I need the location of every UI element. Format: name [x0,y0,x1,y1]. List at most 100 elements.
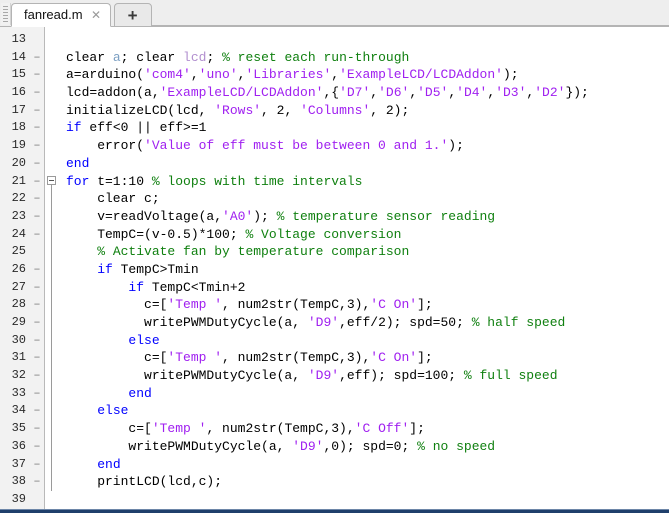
breakpoint-marker[interactable]: – [30,438,44,456]
code-line[interactable]: a=arduino('com4','uno','Libraries','Exam… [66,66,669,84]
line-number: 35 [11,421,26,436]
code-token-str: 'Temp ' [167,297,223,313]
code-line[interactable]: c=['Temp ', num2str(TempC,3),'C On']; [66,349,669,367]
breakpoint-marker[interactable]: – [30,66,44,84]
fold-row [45,31,58,49]
breakpoint-marker[interactable]: – [30,473,44,491]
fold-row [45,155,58,173]
code-line[interactable]: clear c; [66,190,669,208]
code-token-plain: eff<0 || eff>=1 [81,120,207,136]
breakpoint-marker[interactable]: – [30,102,44,120]
code-line[interactable]: c=['Temp ', num2str(TempC,3),'C On']; [66,296,669,314]
line-number: 27 [11,279,26,294]
code-editor[interactable]: 13 14 15 16 17 18 19 20 21 22 23 24 25 26 27 28 29 30 31 32… [0,27,669,509]
fold-row [45,402,58,420]
code-line[interactable] [66,31,669,49]
breakpoint-marker[interactable]: – [30,155,44,173]
code-line[interactable]: writePWMDutyCycle(a, 'D9',eff/2); spd=50… [66,314,669,332]
close-icon[interactable]: ✕ [90,9,103,22]
code-line[interactable]: clear a; clear lcd; % reset each run-thr… [66,49,669,67]
code-fold-gutter[interactable] [44,27,58,509]
fold-row [45,491,58,509]
code-line[interactable]: else [66,332,669,350]
breakpoint-marker[interactable]: – [30,190,44,208]
line-number: 15 [11,67,26,82]
breakpoint-marker[interactable] [30,243,44,261]
code-line[interactable]: writePWMDutyCycle(a, 'D9',eff); spd=100;… [66,367,669,385]
code-token-kw: else [97,403,129,419]
fold-row [45,314,58,332]
code-token-plain: ,eff/2); spd=50; [339,315,472,330]
code-token-kw: if [66,120,82,136]
code-token-cmt: % loops with time intervals [151,173,363,189]
breakpoint-marker[interactable] [30,31,44,49]
code-token-plain: c=[ [66,350,168,366]
breakpoint-marker[interactable]: – [30,314,44,332]
tab-fanread-m[interactable]: fanread.m ✕ [11,3,111,27]
fold-row [45,438,58,456]
code-line[interactable]: if TempC>Tmin [66,261,669,279]
code-line[interactable]: end [66,385,669,403]
code-token-plain: ; clear [120,49,184,65]
line-number: 20 [11,155,26,170]
fold-row [45,385,58,403]
breakpoint-marker[interactable]: – [30,332,44,350]
fold-minus-icon[interactable] [47,175,56,185]
breakpoint-marker[interactable]: – [30,367,44,385]
code-line[interactable]: writePWMDutyCycle(a, 'D9',0); spd=0; % n… [66,438,669,456]
code-line[interactable]: initializeLCD(lcd, 'Rows', 2, 'Columns',… [66,102,669,120]
code-text-area[interactable]: clear a; clear lcd; % reset each run-thr… [58,27,669,509]
code-line[interactable]: TempC=(v-0.5)*100; % Voltage conversion [66,226,669,244]
breakpoint-marker[interactable]: – [30,279,44,297]
code-token-str: 'Rows' [214,102,262,118]
code-line[interactable]: for t=1:10 % loops with time intervals [66,173,669,191]
code-line[interactable]: printLCD(lcd,c); [66,473,669,491]
breakpoint-gutter[interactable]: – – – – – – – – – – – – – – – – – – – – – – – – [30,27,44,509]
code-token-str: 'D3' [495,85,527,101]
breakpoint-marker[interactable]: – [30,296,44,314]
breakpoint-marker[interactable]: – [30,226,44,244]
breakpoint-marker[interactable]: – [30,173,44,191]
breakpoint-marker[interactable] [30,491,44,509]
code-line[interactable]: if TempC<Tmin+2 [66,279,669,297]
breakpoint-marker[interactable]: – [30,420,44,438]
code-token-kw: end [97,456,121,472]
breakpoint-marker[interactable]: – [30,137,44,155]
fold-row [45,296,58,314]
breakpoint-marker[interactable]: – [30,119,44,137]
breakpoint-marker[interactable]: – [30,208,44,226]
code-token-plain: ); [448,138,464,154]
code-line[interactable]: % Activate fan by temperature comparison [66,243,669,261]
code-token-plain: , 2, [261,102,301,118]
breakpoint-marker[interactable]: – [30,349,44,367]
code-line[interactable]: end [66,456,669,474]
line-number: 21 [11,173,26,188]
line-number: 14 [11,49,26,64]
breakpoint-marker[interactable]: – [30,402,44,420]
code-token-plain: initializeLCD(lcd, [66,102,215,118]
code-token-str: 'A0' [222,208,254,224]
breakpoint-marker[interactable]: – [30,261,44,279]
breakpoint-marker[interactable]: – [30,385,44,403]
code-line[interactable]: if eff<0 || eff>=1 [66,119,669,137]
code-token-cmt: % Activate fan by temperature comparison [97,244,410,260]
breakpoint-marker[interactable]: – [30,49,44,67]
code-line[interactable]: lcd=addon(a,'ExampleLCD/LCDAddon',{'D7',… [66,84,669,102]
fold-row [45,84,58,102]
code-line[interactable]: v=readVoltage(a,'A0'); % temperature sen… [66,208,669,226]
code-line[interactable]: error('Value of eff must be between 0 an… [66,137,669,155]
line-number: 34 [11,403,26,418]
code-token-plain: ]; [409,421,425,437]
code-line[interactable]: end [66,155,669,173]
code-line[interactable] [66,491,669,509]
breakpoint-marker[interactable]: – [30,84,44,102]
breakpoint-marker[interactable]: – [30,456,44,474]
new-tab-button[interactable]: + [113,3,152,27]
code-line[interactable]: c=['Temp ', num2str(TempC,3),'C Off']; [66,420,669,438]
code-line[interactable]: else [66,402,669,420]
code-token-cmt: % half speed [471,315,566,330]
drag-grip-icon[interactable] [1,3,11,25]
